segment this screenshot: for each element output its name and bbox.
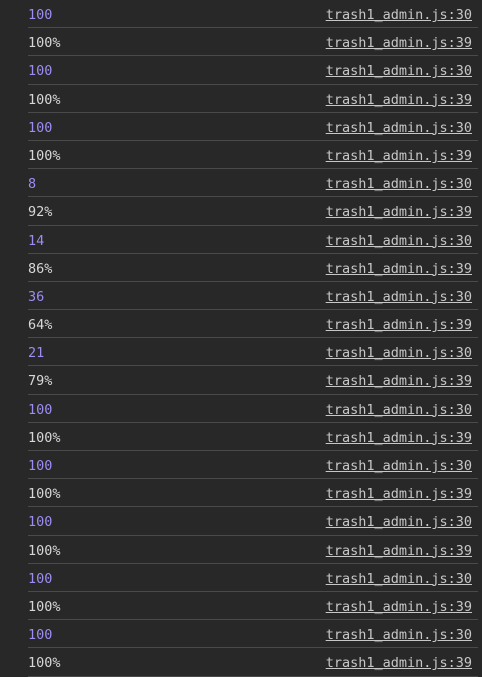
console-number-value: 14 [28, 232, 45, 249]
console-message-row: 36 trash1_admin.js:30 [28, 282, 478, 311]
source-location-link[interactable]: trash1_admin.js:39 [326, 204, 472, 220]
console-message-row: 100 trash1_admin.js:30 [28, 620, 478, 649]
console-number-value: 100 [28, 7, 53, 23]
console-output: 100 trash1_admin.js:30 100% trash1_admin.js… [0, 0, 482, 677]
source-location-link[interactable]: trash1_admin.js:30 [326, 176, 472, 192]
console-string-value: 86% [28, 260, 53, 277]
console-string-value: 100% [28, 598, 61, 615]
source-location-link[interactable]: trash1_admin.js:30 [326, 233, 472, 249]
source-location-link[interactable]: trash1_admin.js:30 [326, 7, 472, 23]
console-number-value: 100 [28, 514, 53, 531]
console-string-value: 100% [28, 486, 61, 503]
console-number-value: 100 [28, 458, 53, 474]
console-message-row: 79% trash1_admin.js:39 [28, 366, 478, 395]
console-number-value: 100 [28, 401, 53, 418]
source-location-link[interactable]: trash1_admin.js:30 [326, 571, 472, 587]
console-message-row: 14 trash1_admin.js:30 [28, 226, 478, 254]
console-message-row: 100 trash1_admin.js:30 [28, 113, 478, 141]
console-message-row: 100% trash1_admin.js:39 [28, 28, 478, 57]
console-message-row: 100 trash1_admin.js:30 [28, 395, 478, 423]
console-message-row: 100% trash1_admin.js:39 [28, 479, 478, 508]
console-string-value: 79% [28, 373, 53, 390]
console-number-value: 100 [28, 119, 53, 136]
source-location-link[interactable]: trash1_admin.js:39 [326, 486, 472, 502]
source-location-link[interactable]: trash1_admin.js:30 [326, 120, 472, 136]
source-location-link[interactable]: trash1_admin.js:30 [326, 63, 472, 79]
source-location-link[interactable]: trash1_admin.js:39 [326, 317, 472, 333]
source-location-link[interactable]: trash1_admin.js:39 [326, 373, 472, 389]
source-location-link[interactable]: trash1_admin.js:30 [326, 514, 472, 530]
console-message-row: 86% trash1_admin.js:39 [28, 254, 478, 282]
console-message-row: 100% trash1_admin.js:39 [28, 648, 478, 677]
console-string-value: 100% [28, 35, 61, 52]
console-string-value: 100% [28, 429, 61, 446]
console-message-row: 64% trash1_admin.js:39 [28, 310, 478, 339]
source-location-link[interactable]: trash1_admin.js:39 [326, 148, 472, 164]
console-number-value: 21 [28, 345, 45, 362]
source-location-link[interactable]: trash1_admin.js:39 [326, 655, 472, 671]
source-location-link[interactable]: trash1_admin.js:30 [326, 345, 472, 361]
source-location-link[interactable]: trash1_admin.js:39 [326, 599, 472, 615]
source-location-link[interactable]: trash1_admin.js:39 [326, 543, 472, 559]
console-message-row: 100% trash1_admin.js:39 [28, 85, 478, 113]
console-message-row: 100 trash1_admin.js:30 [28, 564, 478, 592]
console-message-row: 100% trash1_admin.js:39 [28, 592, 478, 621]
console-string-value: 64% [28, 317, 53, 334]
console-message-row: 100 trash1_admin.js:30 [28, 507, 478, 536]
source-location-link[interactable]: trash1_admin.js:39 [326, 430, 472, 446]
console-message-row: 100% trash1_admin.js:39 [28, 423, 478, 451]
console-message-row: 8 trash1_admin.js:30 [28, 169, 478, 198]
console-message-row: 21 trash1_admin.js:30 [28, 338, 478, 367]
console-message-row: 100 trash1_admin.js:30 [28, 451, 478, 480]
console-number-value: 100 [28, 627, 53, 644]
console-message-row: 100 trash1_admin.js:30 [28, 56, 478, 85]
source-location-link[interactable]: trash1_admin.js:30 [326, 402, 472, 418]
console-number-value: 100 [28, 63, 53, 80]
console-number-value: 8 [28, 176, 37, 193]
source-location-link[interactable]: trash1_admin.js:39 [326, 261, 472, 277]
console-message-row: 100% trash1_admin.js:39 [28, 536, 478, 564]
console-number-value: 100 [28, 570, 53, 587]
console-string-value: 92% [28, 204, 53, 221]
console-number-value: 36 [28, 288, 45, 305]
console-string-value: 100% [28, 655, 61, 672]
console-message-row: 92% trash1_admin.js:39 [28, 197, 478, 226]
source-location-link[interactable]: trash1_admin.js:30 [326, 627, 472, 643]
source-location-link[interactable]: trash1_admin.js:39 [326, 35, 472, 51]
console-string-value: 100% [28, 91, 61, 108]
source-location-link[interactable]: trash1_admin.js:30 [326, 458, 472, 474]
source-location-link[interactable]: trash1_admin.js:39 [326, 92, 472, 108]
console-string-value: 100% [28, 147, 61, 164]
console-message-row: 100 trash1_admin.js:30 [28, 0, 478, 29]
console-message-row: 100% trash1_admin.js:39 [28, 141, 478, 170]
console-string-value: 100% [28, 542, 61, 559]
source-location-link[interactable]: trash1_admin.js:30 [326, 289, 472, 305]
